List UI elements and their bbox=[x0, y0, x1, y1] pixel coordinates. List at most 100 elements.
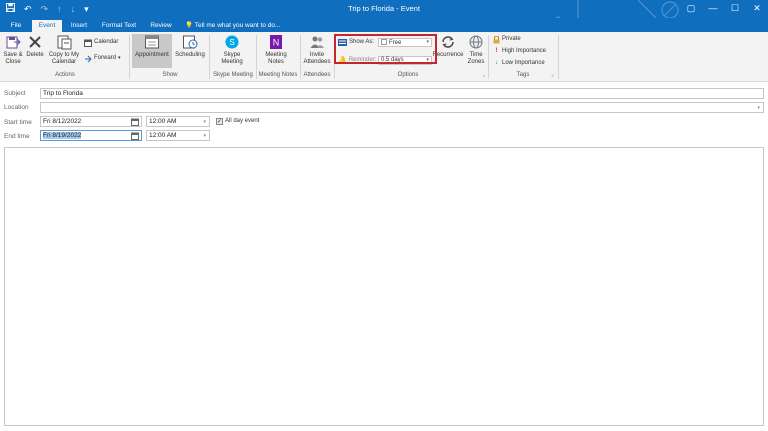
tags-dialog-launcher-icon[interactable]: ⌟ bbox=[551, 71, 554, 80]
ribbon-display-icon[interactable]: ▢ bbox=[680, 0, 702, 18]
recurrence-label: Recurrence bbox=[432, 52, 464, 58]
delete-button[interactable]: Delete bbox=[25, 34, 45, 59]
appointment-button[interactable]: Appointment bbox=[132, 34, 172, 68]
chevron-down-icon[interactable]: ▾ bbox=[757, 104, 760, 113]
globe-icon bbox=[469, 35, 483, 49]
calendar-button[interactable]: Calendar bbox=[84, 38, 118, 47]
down-arrow-icon: ↓ bbox=[495, 60, 498, 66]
forward-button[interactable]: Forward ▾ bbox=[84, 54, 121, 63]
start-date-value: Fri 8/12/2022 bbox=[43, 118, 82, 125]
time-zones-label: Time Zones bbox=[467, 52, 485, 65]
delete-icon bbox=[29, 36, 41, 48]
save-close-button[interactable]: Save & Close bbox=[2, 34, 24, 66]
tab-review[interactable]: Review bbox=[146, 20, 176, 32]
start-time-label: Start time bbox=[4, 119, 32, 126]
delete-label: Delete bbox=[26, 52, 44, 58]
options-group-label: Options bbox=[397, 72, 419, 78]
skype-meeting-button[interactable]: S Skype Meeting bbox=[215, 34, 249, 66]
scheduling-button[interactable]: Scheduling bbox=[173, 34, 207, 59]
private-button[interactable]: Private bbox=[493, 35, 521, 44]
tags-group-label: Tags bbox=[516, 72, 530, 78]
divider bbox=[558, 35, 559, 79]
subject-input[interactable]: Trip to Florida bbox=[40, 88, 764, 99]
all-day-label: All day event bbox=[225, 118, 260, 124]
appointment-label: Appointment bbox=[135, 52, 169, 58]
divider bbox=[488, 35, 489, 79]
lightbulb-icon: 💡 bbox=[185, 22, 194, 29]
tell-me-text: Tell me what you want to do... bbox=[194, 22, 281, 29]
calendar-icon[interactable] bbox=[131, 118, 139, 126]
end-time-value: 12:00 AM bbox=[149, 132, 177, 139]
calendar-icon bbox=[84, 39, 92, 47]
invite-attendees-button[interactable]: Invite Attendees bbox=[302, 34, 332, 66]
forward-icon bbox=[85, 55, 92, 62]
copy-calendar-label: Copy to My Calendar bbox=[48, 52, 80, 65]
checkbox-checked-icon: ✓ bbox=[216, 118, 223, 125]
appointment-icon bbox=[145, 35, 159, 49]
show-group-label: Show bbox=[162, 72, 178, 78]
people-icon bbox=[310, 36, 324, 48]
tab-format-text[interactable]: Format Text bbox=[96, 20, 142, 32]
chevron-down-icon[interactable]: ▾ bbox=[203, 118, 206, 127]
copy-to-calendar-button[interactable]: Copy to My Calendar bbox=[47, 34, 81, 66]
close-button[interactable]: ✕ bbox=[746, 0, 768, 18]
title-bar: ↶ ↷ ↑ ↓ ▾ Trip to Florida - Event ▢ — ☐ … bbox=[0, 0, 768, 18]
scheduling-icon bbox=[183, 35, 198, 49]
attendees-group-label: Attendees bbox=[303, 72, 331, 78]
end-date-value: Fri 8/19/2022 bbox=[43, 132, 82, 139]
svg-text:N: N bbox=[273, 38, 280, 48]
window-title: Trip to Florida - Event bbox=[348, 4, 420, 13]
tab-file[interactable]: File bbox=[4, 20, 28, 32]
private-label: Private bbox=[502, 36, 521, 42]
exclamation-icon: ! bbox=[495, 48, 498, 54]
low-importance-label: Low Importance bbox=[502, 60, 545, 66]
window-controls: ▢ — ☐ ✕ bbox=[680, 0, 768, 18]
recurrence-icon bbox=[442, 36, 454, 48]
tab-insert[interactable]: Insert bbox=[66, 20, 92, 32]
maximize-button[interactable]: ☐ bbox=[724, 0, 746, 18]
forward-label: Forward bbox=[94, 55, 117, 61]
end-time-label: End time bbox=[4, 133, 30, 140]
notes-group-label: Meeting Notes bbox=[258, 72, 298, 78]
high-importance-button[interactable]: ! High Importance bbox=[493, 47, 547, 56]
time-zones-button[interactable]: Time Zones bbox=[465, 34, 487, 66]
save-close-label: Save & Close bbox=[3, 52, 23, 65]
onenote-icon: N bbox=[270, 35, 282, 49]
start-time-input[interactable]: 12:00 AM ▾ bbox=[146, 116, 210, 127]
options-dialog-launcher-icon[interactable]: ⌟ bbox=[482, 71, 485, 80]
calendar-icon[interactable] bbox=[131, 132, 139, 140]
divider bbox=[209, 35, 210, 79]
lock-icon bbox=[493, 35, 500, 43]
chevron-down-icon[interactable]: ▾ bbox=[203, 132, 206, 141]
location-input[interactable]: ▾ bbox=[40, 102, 764, 113]
ribbon-tabs: File Event Insert Format Text Review 💡 T… bbox=[0, 18, 768, 32]
copy-calendar-icon bbox=[57, 35, 72, 50]
end-date-input[interactable]: Fri 8/19/2022 bbox=[40, 130, 142, 141]
save-close-icon bbox=[6, 36, 21, 49]
meeting-notes-button[interactable]: N Meeting Notes bbox=[260, 34, 292, 66]
all-day-checkbox[interactable]: ✓ All day event bbox=[216, 117, 259, 126]
scheduling-label: Scheduling bbox=[175, 52, 205, 58]
calendar-label: Calendar bbox=[94, 39, 119, 45]
show-as-highlight-box bbox=[334, 34, 437, 64]
skype-meeting-label: Skype Meeting bbox=[221, 52, 243, 65]
start-date-input[interactable]: Fri 8/12/2022 bbox=[40, 116, 142, 127]
skype-group-label: Skype Meeting bbox=[213, 72, 253, 78]
chevron-down-icon: ▾ bbox=[118, 55, 121, 61]
start-time-value: 12:00 AM bbox=[149, 118, 177, 125]
invite-attendees-label: Invite Attendees bbox=[303, 52, 331, 65]
location-label: Location bbox=[4, 104, 29, 111]
divider bbox=[129, 35, 130, 79]
low-importance-button[interactable]: ↓ Low Importance bbox=[493, 59, 545, 68]
meeting-notes-label: Meeting Notes bbox=[265, 52, 287, 65]
event-body-editor[interactable] bbox=[4, 147, 764, 426]
tell-me-search[interactable]: 💡 Tell me what you want to do... bbox=[185, 20, 280, 32]
skype-icon: S bbox=[225, 35, 239, 49]
tab-event[interactable]: Event bbox=[32, 20, 62, 32]
subject-label: Subject bbox=[4, 90, 26, 97]
minimize-button[interactable]: — bbox=[702, 0, 724, 18]
end-time-input[interactable]: 12:00 AM ▾ bbox=[146, 130, 210, 141]
svg-text:S: S bbox=[229, 38, 234, 47]
actions-group-label: Actions bbox=[55, 72, 75, 78]
high-importance-label: High Importance bbox=[502, 48, 547, 54]
